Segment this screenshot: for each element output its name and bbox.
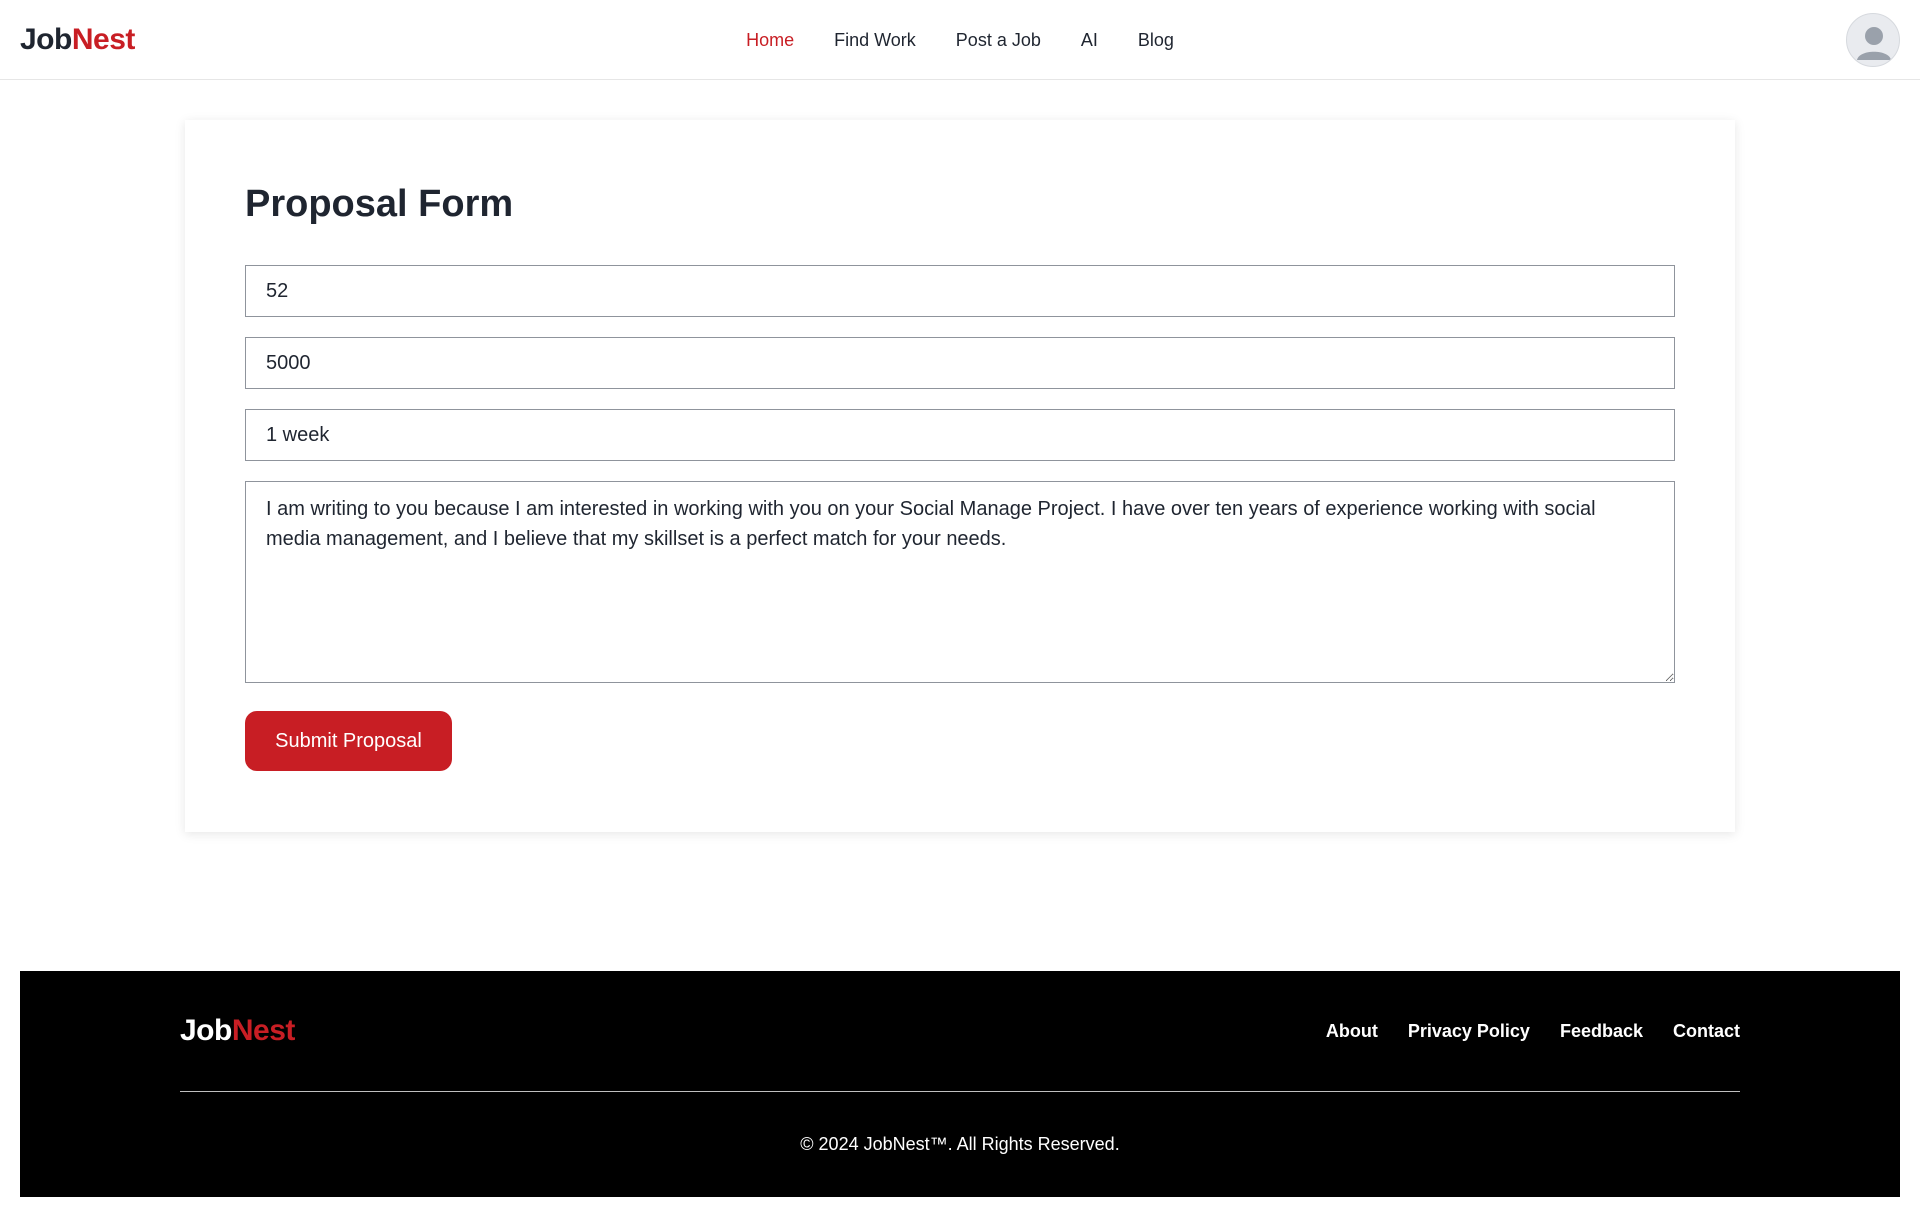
copyright-text: © 2024 JobNest™. All Rights Reserved. [800,1134,1120,1154]
footer-link-feedback[interactable]: Feedback [1560,1021,1643,1042]
submit-proposal-button[interactable]: Submit Proposal [245,711,452,771]
proposal-form-card: Proposal Form I am writing to you becaus… [185,120,1735,832]
top-navbar: JobNest Home Find Work Post a Job AI Blo… [0,0,1920,80]
footer-link-privacy-policy[interactable]: Privacy Policy [1408,1021,1530,1042]
brand-logo[interactable]: JobNest [20,20,135,60]
user-avatar[interactable] [1846,13,1900,67]
footer-links: About Privacy Policy Feedback Contact [1326,1011,1740,1051]
proposal-field-1[interactable] [245,265,1675,317]
nav-item-blog[interactable]: Blog [1118,0,1194,80]
main-nav: Home Find Work Post a Job AI Blog [0,0,1920,80]
user-silhouette-icon [1857,27,1891,60]
brand-logo-part1: Job [20,23,72,56]
footer-brand-logo[interactable]: JobNest [180,1011,295,1051]
nav-item-ai[interactable]: AI [1061,0,1118,80]
cover-letter-textarea[interactable]: I am writing to you because I am interes… [245,481,1675,683]
footer-divider [180,1091,1740,1092]
proposal-field-2[interactable] [245,337,1675,389]
page-title: Proposal Form [245,183,514,225]
nav-item-home[interactable]: Home [726,0,814,80]
footer-link-contact[interactable]: Contact [1673,1021,1740,1042]
nav-item-post-a-job[interactable]: Post a Job [936,0,1061,80]
brand-logo-part2: Nest [71,23,136,56]
footer-brand-logo-part2: Nest [231,1014,296,1047]
proposal-field-3[interactable] [245,409,1675,461]
footer: JobNest About Privacy Policy Feedback Co… [20,971,1900,1197]
nav-item-find-work[interactable]: Find Work [814,0,936,80]
footer-brand-logo-part1: Job [180,1014,232,1047]
footer-link-about[interactable]: About [1326,1021,1378,1042]
